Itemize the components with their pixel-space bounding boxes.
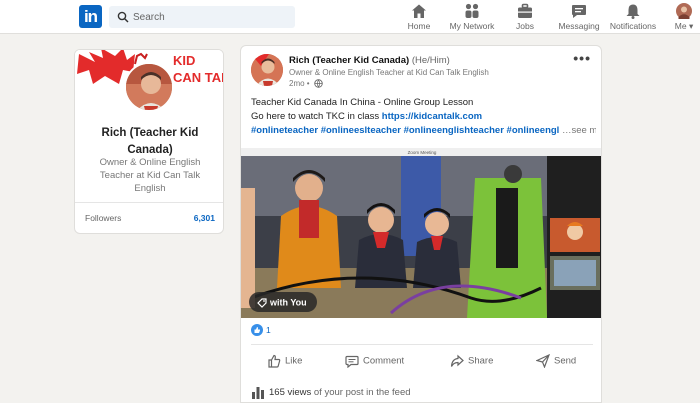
post-text-line-1: Teacher Kid Canada In China - Online Gro… xyxy=(251,97,474,108)
post-author-pronouns: (He/Him) xyxy=(411,55,450,66)
post-views[interactable]: 165 views of your post in the feed xyxy=(251,386,411,399)
like-icon xyxy=(268,354,281,368)
reaction-count: 1 xyxy=(266,325,271,335)
see-more-link[interactable]: …see more xyxy=(562,125,596,136)
banner-logo-text-line2: CAN TALK xyxy=(173,70,224,85)
post-time-text: 2mo • xyxy=(289,79,310,88)
profile-divider xyxy=(75,202,223,203)
post-author-subtitle: Owner & Online English Teacher at Kid Ca… xyxy=(289,68,489,77)
followers-count: 6,301 xyxy=(193,213,215,223)
views-count: 165 views xyxy=(269,387,312,399)
nav-my-network[interactable]: My Network xyxy=(448,3,496,33)
nav-home[interactable]: Home xyxy=(404,3,434,33)
like-label: Like xyxy=(285,355,303,367)
post-author-line[interactable]: Rich (Teacher Kid Canada) (He/Him) xyxy=(289,55,450,66)
followers-row[interactable]: Followers 6,301 xyxy=(85,213,215,227)
share-button[interactable]: Share xyxy=(450,354,493,370)
comment-label: Comment xyxy=(363,355,405,367)
post-text-line-2: Go here to watch TKC in class https://ki… xyxy=(251,110,596,124)
nav-messaging-label: Messaging xyxy=(558,21,600,31)
network-icon xyxy=(465,3,479,18)
share-label: Share xyxy=(468,355,494,367)
profile-name[interactable]: Rich (Teacher Kid Canada) xyxy=(83,125,217,159)
post-text-line-2-prefix: Go here to watch TKC in class xyxy=(251,111,382,122)
post-author-avatar[interactable] xyxy=(251,54,283,86)
tag-icon xyxy=(257,298,267,308)
share-icon xyxy=(450,354,464,367)
briefcase-icon xyxy=(518,3,532,18)
more-options-icon[interactable]: ••• xyxy=(573,51,591,65)
nav-messaging[interactable]: Messaging xyxy=(557,3,601,33)
like-button[interactable]: Like xyxy=(267,354,302,370)
post-author-name[interactable]: Rich (Teacher Kid Canada) xyxy=(289,55,409,66)
search-box[interactable] xyxy=(109,6,295,28)
followers-label: Followers xyxy=(85,213,122,223)
nav-home-label: Home xyxy=(407,21,431,31)
feed-post: Rich (Teacher Kid Canada) (He/Him) Owner… xyxy=(240,45,602,403)
views-suffix: of your post in the feed xyxy=(311,387,411,399)
top-nav-bar: in Home My Network Jobs Messagi xyxy=(0,0,700,34)
search-input[interactable] xyxy=(133,9,283,25)
profile-card: KID CAN TALK Rich (Teacher Kid Canada) O… xyxy=(74,49,224,234)
nav-jobs-label: Jobs xyxy=(516,21,534,31)
post-video[interactable]: Zoom Meeting with You xyxy=(241,148,601,318)
avatar xyxy=(676,3,692,19)
actions-divider xyxy=(251,344,593,345)
post-hashtags[interactable]: #onlineteacher #onlineeslteacher #online… xyxy=(251,125,559,136)
post-text: Teacher Kid Canada In China - Online Gro… xyxy=(251,96,596,138)
profile-avatar[interactable] xyxy=(124,62,174,112)
banner-logo-text-line1: KID xyxy=(173,53,195,68)
chevron-down-icon: ▾ xyxy=(688,21,694,31)
nav-notifications[interactable]: Notifications xyxy=(609,3,657,33)
zoom-window-title: Zoom Meeting xyxy=(408,150,437,155)
tag-badge-label: with You xyxy=(270,297,307,308)
messaging-icon xyxy=(572,5,586,18)
post-text-line-3: #onlineteacher #onlineeslteacher #online… xyxy=(251,124,596,138)
like-reaction-icon xyxy=(251,324,263,336)
nav-my-network-label: My Network xyxy=(449,21,495,31)
comment-button[interactable]: Comment xyxy=(345,354,404,370)
tag-badge[interactable]: with You xyxy=(249,292,317,312)
send-button[interactable]: Send xyxy=(535,353,577,370)
send-icon xyxy=(535,353,551,369)
send-label: Send xyxy=(554,355,577,367)
linkedin-logo[interactable]: in xyxy=(79,5,102,28)
post-link[interactable]: https://kidcantalk.com xyxy=(382,111,482,122)
post-timestamp: 2mo • xyxy=(289,79,323,89)
globe-icon xyxy=(314,79,323,89)
nav-jobs[interactable]: Jobs xyxy=(512,3,538,33)
nav-me[interactable]: Me ▾ xyxy=(672,3,696,33)
profile-headline: Owner & Online English Teacher at Kid Ca… xyxy=(99,157,201,194)
bar-chart-icon xyxy=(252,387,264,399)
nav-notifications-label: Notifications xyxy=(609,21,657,31)
bell-icon xyxy=(626,4,640,19)
nav-me-text: Me xyxy=(674,21,687,31)
search-icon xyxy=(117,11,129,23)
comment-icon xyxy=(345,355,359,369)
reactions-summary[interactable]: 1 xyxy=(251,324,271,336)
home-icon xyxy=(412,4,426,18)
nav-me-label: Me ▾ xyxy=(672,21,696,32)
